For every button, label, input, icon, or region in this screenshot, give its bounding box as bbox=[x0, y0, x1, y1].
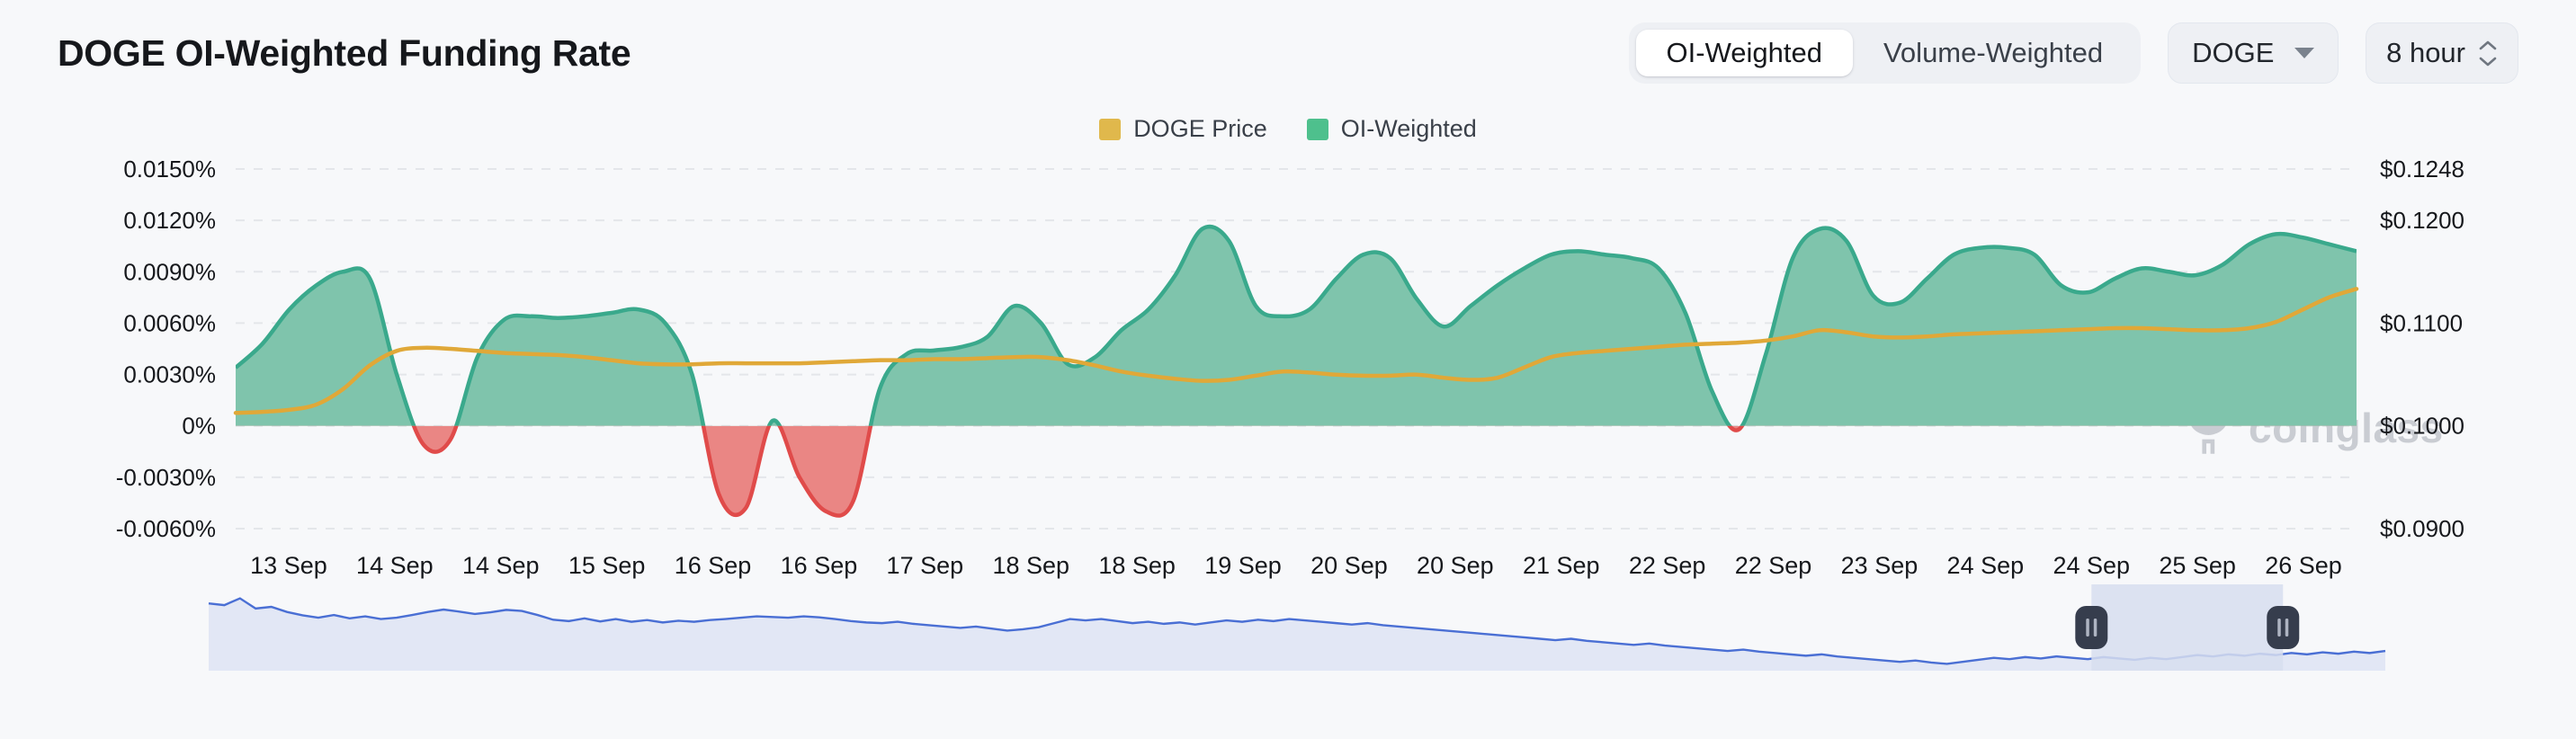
legend-item-doge-price[interactable]: DOGE Price bbox=[1099, 115, 1267, 143]
x-axis-tick: 16 Sep bbox=[675, 552, 752, 579]
price-axis-tick: $0.0900 bbox=[2380, 515, 2464, 542]
legend-swatch-oi-weighted bbox=[1306, 118, 1328, 140]
x-axis-tick: 23 Sep bbox=[1841, 552, 1919, 579]
chart-header: DOGE OI-Weighted Funding Rate OI-Weighte… bbox=[0, 0, 2576, 106]
chevron-up-down-icon bbox=[2478, 40, 2498, 67]
legend-item-oi-weighted[interactable]: OI-Weighted bbox=[1306, 115, 1477, 143]
navigator-selection[interactable] bbox=[2091, 584, 2284, 671]
x-axis-tick: 26 Sep bbox=[2265, 552, 2342, 579]
y-axis-tick: 0.0150% bbox=[123, 156, 216, 183]
price-axis-tick: $0.1200 bbox=[2380, 207, 2464, 234]
chart-legend: DOGE Price OI-Weighted bbox=[0, 115, 2576, 143]
x-axis-tick: 16 Sep bbox=[781, 552, 858, 579]
chart-canvas: coinglass 0.0150%0.0120%0.0090%0.0060%0.… bbox=[116, 156, 2464, 579]
toggle-oi-weighted[interactable]: OI-Weighted bbox=[1635, 30, 1853, 76]
x-axis-tick: 22 Sep bbox=[1735, 552, 1812, 579]
x-axis-tick: 18 Sep bbox=[1098, 552, 1176, 579]
x-axis-tick: 22 Sep bbox=[1629, 552, 1706, 579]
x-axis-labels: 13 Sep 14 Sep 14 Sep 15 Sep 16 Sep 16 Sep 17 S… bbox=[250, 552, 2342, 579]
price-axis-tick: $0.1248 bbox=[2380, 156, 2464, 183]
x-axis-tick: 20 Sep bbox=[1310, 552, 1388, 579]
chart-series bbox=[233, 224, 2359, 518]
x-axis-tick: 13 Sep bbox=[250, 552, 327, 579]
legend-swatch-doge-price bbox=[1099, 118, 1122, 140]
range-navigator[interactable] bbox=[0, 583, 2576, 708]
price-axis-labels: $0.1248 $0.1200 $0.1100 $0.1000 $0.0900 bbox=[2380, 156, 2464, 542]
y-axis-tick: 0.0120% bbox=[123, 207, 216, 234]
y-axis-tick: 0% bbox=[182, 413, 216, 440]
y-axis-tick: 0.0060% bbox=[123, 309, 216, 336]
price-axis-tick: $0.1000 bbox=[2380, 413, 2464, 440]
x-axis-tick: 25 Sep bbox=[2159, 552, 2236, 579]
x-axis-tick: 20 Sep bbox=[1417, 552, 1494, 579]
x-axis-tick: 19 Sep bbox=[1204, 552, 1282, 579]
funding-rate-chart[interactable]: coinglass 0.0150% 0.0120% 0.0090% 0.0060% 0.… bbox=[0, 153, 2576, 584]
navigator-handle-right[interactable] bbox=[2267, 606, 2300, 649]
y-axis-tick: -0.0060% bbox=[116, 515, 216, 542]
interval-stepper-label: 8 hour bbox=[2386, 37, 2465, 68]
x-axis-tick: 24 Sep bbox=[2053, 552, 2130, 579]
x-axis-tick: 17 Sep bbox=[887, 552, 964, 579]
interval-stepper[interactable]: 8 hour bbox=[2366, 22, 2518, 84]
x-axis-tick: 15 Sep bbox=[568, 552, 646, 579]
x-axis-tick: 14 Sep bbox=[356, 552, 434, 579]
navigator-handle-left[interactable] bbox=[2075, 606, 2108, 649]
navigator-canvas bbox=[208, 584, 2386, 671]
y-axis-tick: 0.0090% bbox=[123, 258, 216, 285]
legend-label-oi-weighted: OI-Weighted bbox=[1340, 115, 1477, 142]
symbol-dropdown-label: DOGE bbox=[2192, 37, 2275, 68]
price-axis-tick: $0.1100 bbox=[2380, 309, 2463, 336]
y-axis-labels: 0.0150% 0.0120% 0.0090% 0.0060% 0.0030% 0% -0.… bbox=[116, 156, 216, 542]
chevron-down-icon bbox=[2294, 48, 2315, 58]
weighting-toggle-group: OI-Weighted Volume-Weighted bbox=[1628, 22, 2142, 84]
page-title: DOGE OI-Weighted Funding Rate bbox=[58, 31, 631, 74]
header-controls: OI-Weighted Volume-Weighted DOGE 8 hour bbox=[1628, 22, 2518, 84]
toggle-volume-weighted[interactable]: Volume-Weighted bbox=[1853, 30, 2133, 76]
y-axis-tick: 0.0030% bbox=[123, 361, 216, 388]
legend-label-doge-price: DOGE Price bbox=[1133, 115, 1267, 142]
y-axis-tick: -0.0030% bbox=[116, 464, 216, 491]
x-axis-tick: 24 Sep bbox=[1947, 552, 2025, 579]
symbol-dropdown[interactable]: DOGE bbox=[2168, 22, 2339, 84]
x-axis-tick: 14 Sep bbox=[462, 552, 540, 579]
x-axis-tick: 18 Sep bbox=[992, 552, 1069, 579]
x-axis-tick: 21 Sep bbox=[1523, 552, 1600, 579]
